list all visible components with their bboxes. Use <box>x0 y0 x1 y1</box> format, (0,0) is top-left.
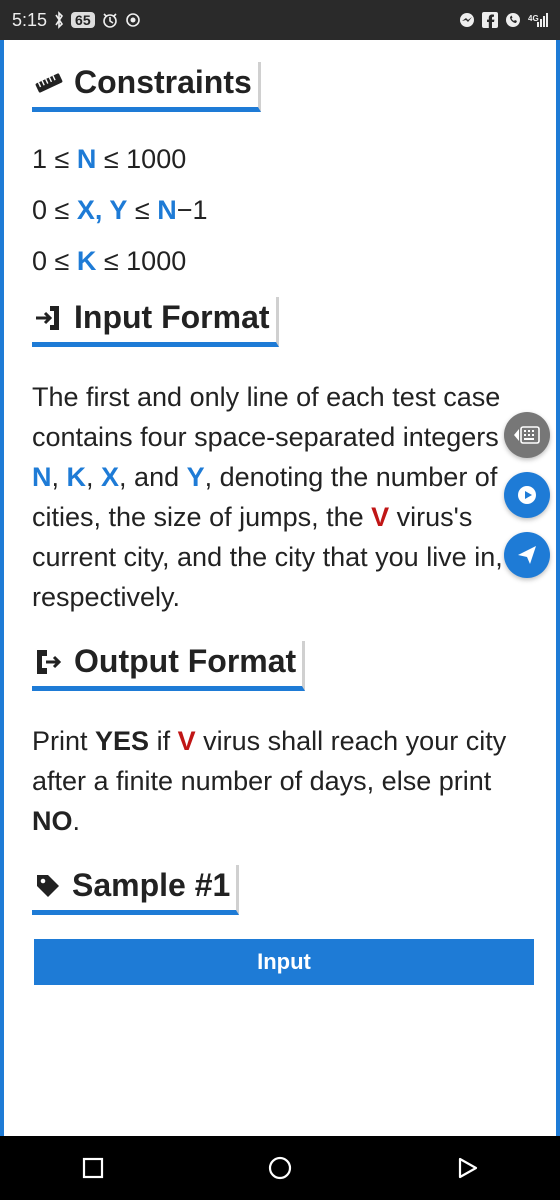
fab-play[interactable] <box>504 472 550 518</box>
text: . <box>73 806 81 836</box>
text: 1 ≤ <box>32 144 77 174</box>
constraint-line-3: 0 ≤ K ≤ 1000 <box>32 246 536 277</box>
phone-frame: 5:15 65 4G <box>0 0 560 1200</box>
text: ≤ 1000 <box>96 246 186 276</box>
text: ≤ 1000 <box>96 144 186 174</box>
var-xy: X, Y <box>77 195 128 225</box>
sample-title-text: Sample #1 <box>72 867 230 904</box>
var-k: K <box>77 246 97 276</box>
kw-no: NO <box>32 806 73 836</box>
text: −1 <box>177 195 208 225</box>
constraint-line-2: 0 ≤ X, Y ≤ N−1 <box>32 195 536 226</box>
record-icon <box>125 12 141 28</box>
var-y: Y <box>187 462 205 492</box>
text: The first and only line of each test cas… <box>32 382 500 452</box>
text: Print <box>32 726 95 756</box>
status-bar: 5:15 65 4G <box>0 0 560 40</box>
sample-heading: Sample #1 <box>32 865 239 915</box>
input-format-title-text: Input Format <box>74 299 270 336</box>
whatsapp-icon <box>504 11 522 29</box>
output-format-title-text: Output Format <box>74 643 296 680</box>
input-icon <box>34 303 64 333</box>
fab-keyboard[interactable] <box>504 412 550 458</box>
constraints-title-text: Constraints <box>74 64 252 101</box>
output-format-heading: Output Format <box>32 641 305 691</box>
nav-back-button[interactable] <box>454 1155 480 1181</box>
input-format-paragraph: The first and only line of each test cas… <box>32 377 532 617</box>
facebook-icon <box>482 12 498 28</box>
text: if <box>149 726 178 756</box>
clock-text: 5:15 <box>12 10 47 31</box>
tag-icon <box>34 872 62 900</box>
sample-input-header: Input <box>34 939 534 985</box>
fab-stack <box>504 412 550 578</box>
status-left: 5:15 65 <box>12 10 141 31</box>
svg-text:4G: 4G <box>528 14 539 23</box>
kw-yes: YES <box>95 726 149 756</box>
output-icon <box>34 647 64 677</box>
text: , <box>52 462 67 492</box>
constraint-line-1: 1 ≤ N ≤ 1000 <box>32 144 536 175</box>
var-n: N <box>157 195 177 225</box>
android-nav-bar <box>0 1136 560 1200</box>
var-x: X <box>101 462 119 492</box>
bluetooth-icon <box>53 11 65 29</box>
var-v: V <box>178 726 196 756</box>
text: ≤ <box>127 195 157 225</box>
status-right: 4G <box>458 11 548 29</box>
fab-send[interactable] <box>504 532 550 578</box>
var-n: N <box>77 144 97 174</box>
alarm-icon <box>101 11 119 29</box>
output-format-paragraph: Print YES if V virus shall reach your ci… <box>32 721 532 841</box>
text: 0 ≤ <box>32 195 77 225</box>
ruler-icon <box>34 68 64 98</box>
constraints-heading: Constraints <box>32 62 261 112</box>
battery-badge: 65 <box>71 12 95 28</box>
nav-recent-button[interactable] <box>80 1155 106 1181</box>
var-v: V <box>371 502 389 532</box>
text: , and <box>119 462 187 492</box>
input-format-heading: Input Format <box>32 297 279 347</box>
text: , <box>86 462 101 492</box>
text: 0 ≤ <box>32 246 77 276</box>
messenger-icon <box>458 11 476 29</box>
nav-home-button[interactable] <box>265 1153 295 1183</box>
page-content: Constraints 1 ≤ N ≤ 1000 0 ≤ X, Y ≤ N−1 … <box>0 40 560 1136</box>
var-n: N <box>32 462 52 492</box>
network-icon: 4G <box>528 12 548 28</box>
var-k: K <box>67 462 87 492</box>
